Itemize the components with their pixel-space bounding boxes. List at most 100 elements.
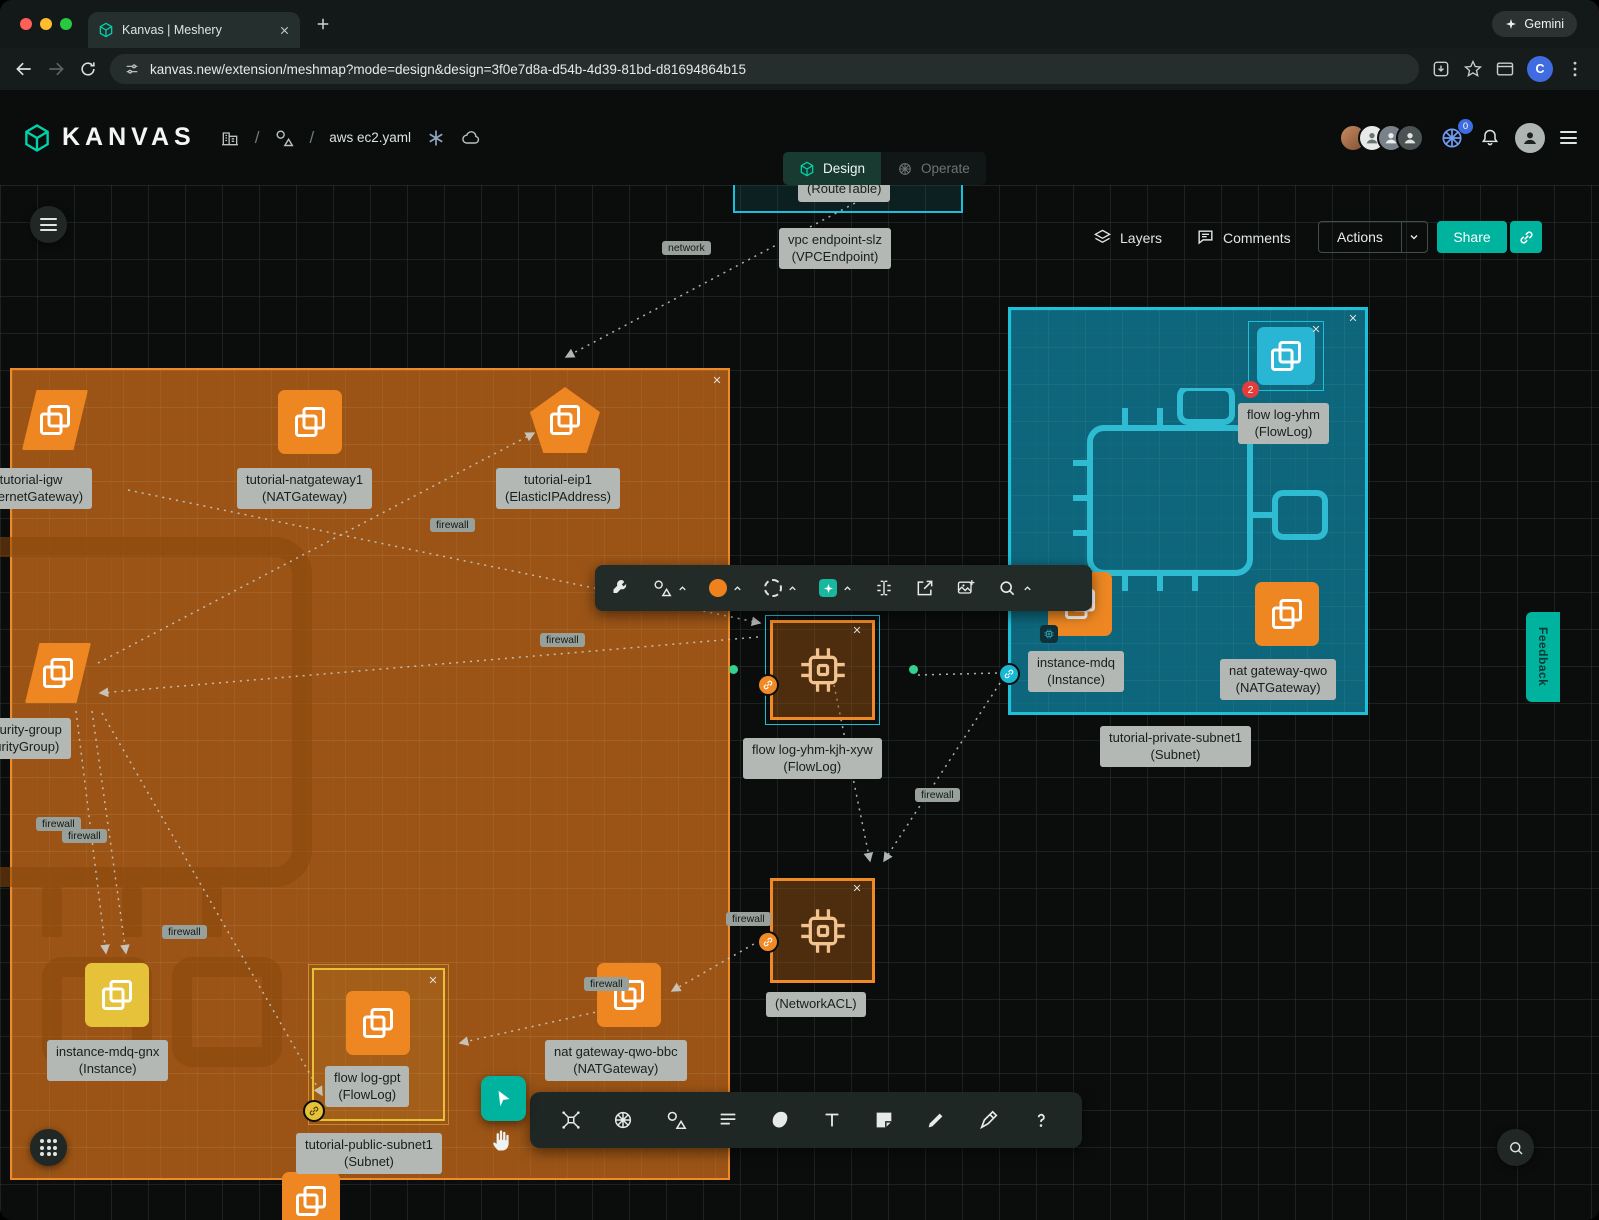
share-button[interactable]: Share — [1437, 221, 1507, 253]
node-label-vpc-endpoint[interactable]: vpc endpoint-slz(VPCEndpoint) — [779, 228, 891, 269]
node-label-security-group[interactable]: al-security-group(SecurityGroup) — [0, 718, 71, 759]
url-bar[interactable]: kanvas.new/extension/meshmap?mode=design… — [110, 54, 1419, 84]
node-label-flow-log-kjh[interactable]: flow log-yhm-kjh-xyw(FlowLog) — [743, 738, 882, 779]
node-icon-natgateway1[interactable] — [278, 390, 342, 454]
bookmark-star-icon[interactable] — [1463, 59, 1483, 79]
edge-label[interactable]: firewall — [162, 925, 207, 939]
edge-label[interactable]: firewall — [915, 788, 960, 802]
kanvas-logo[interactable]: KANVAS — [22, 123, 196, 153]
maximize-window-button[interactable] — [60, 18, 72, 30]
browser-menu-icon[interactable] — [1565, 59, 1585, 79]
chevron-down-icon[interactable] — [1401, 222, 1427, 252]
remove-node-icon[interactable] — [852, 883, 862, 893]
node-icon-natgateway-bbc[interactable] — [597, 963, 661, 1027]
designs-icon[interactable] — [274, 128, 294, 148]
remove-node-icon[interactable] — [1311, 324, 1321, 334]
note-tool[interactable] — [873, 1109, 895, 1131]
close-window-button[interactable] — [20, 18, 32, 30]
border-style-picker[interactable] — [764, 579, 798, 597]
browser-profile-avatar[interactable]: C — [1527, 56, 1553, 82]
configure-wrench-icon[interactable] — [611, 578, 631, 598]
design-canvas[interactable]: (RouteTable) — [0, 185, 1599, 1220]
node-icon-instance-gnx[interactable] — [85, 963, 149, 1027]
node-label-network-acl[interactable]: (NetworkACL) — [766, 992, 866, 1017]
pan-tool-button[interactable] — [489, 1126, 517, 1154]
site-settings-icon[interactable] — [124, 61, 140, 77]
edge-line[interactable] — [566, 203, 855, 357]
node-label-private-subnet[interactable]: tutorial-private-subnet1(Subnet) — [1100, 726, 1251, 767]
new-tab-button[interactable] — [314, 15, 332, 33]
node-label-instance-mdq[interactable]: instance-mdq(Instance) — [1028, 651, 1124, 692]
app-menu-icon[interactable] — [1560, 128, 1577, 148]
node-icon-flow-log-yhm[interactable] — [1257, 327, 1315, 385]
node-label-natgateway1[interactable]: tutorial-natgateway1(NATGateway) — [237, 468, 372, 509]
organization-icon[interactable] — [220, 128, 240, 148]
node-label-internet-gateway[interactable]: tutorial-igw(InternetGateway) — [0, 468, 92, 509]
node-icon-natgateway-qwo[interactable] — [1255, 582, 1319, 646]
user-avatar[interactable] — [1515, 123, 1545, 153]
edge-label[interactable]: firewall — [62, 829, 107, 843]
connection-handle[interactable] — [909, 665, 918, 674]
cloud-sync-icon[interactable] — [461, 128, 481, 148]
components-graph-tool[interactable] — [560, 1109, 582, 1131]
browser-tab[interactable]: Kanvas | Meshery — [88, 12, 300, 48]
tab-design[interactable]: Design — [783, 152, 881, 185]
node-label-instance-gnx[interactable]: instance-mdq-gnx(Instance) — [47, 1040, 168, 1081]
pen-tool[interactable] — [978, 1109, 1000, 1131]
kubernetes-tool[interactable] — [612, 1109, 634, 1131]
pencil-tool[interactable] — [925, 1109, 947, 1131]
select-tool-button[interactable] — [481, 1076, 526, 1121]
remove-container-icon[interactable] — [1348, 313, 1358, 323]
edge-line[interactable] — [884, 683, 1000, 861]
tab-close-icon[interactable] — [279, 25, 290, 36]
export-image-icon[interactable] — [956, 578, 976, 598]
inspect-lens-tool[interactable] — [997, 578, 1033, 598]
help-tool[interactable] — [1030, 1109, 1052, 1131]
zoom-search-button[interactable] — [1497, 1129, 1534, 1166]
freeform-blob-tool[interactable] — [769, 1109, 791, 1131]
node-label-natgateway-qwo[interactable]: nat gateway-qwo(NATGateway) — [1220, 659, 1336, 700]
back-icon[interactable] — [14, 59, 34, 79]
node-icon-clipped[interactable] — [282, 1172, 340, 1220]
minimize-window-button[interactable] — [40, 18, 52, 30]
connection-handle[interactable] — [729, 665, 738, 674]
align-lines-tool[interactable] — [717, 1109, 739, 1131]
layers-button[interactable]: Layers — [1093, 228, 1162, 247]
forward-icon[interactable] — [46, 59, 66, 79]
open-external-icon[interactable] — [915, 578, 935, 598]
node-label-route-table[interactable]: (RouteTable) — [798, 185, 890, 202]
actions-dropdown[interactable]: Actions — [1318, 221, 1428, 253]
comments-button[interactable]: Comments — [1196, 228, 1291, 247]
notification-count-badge[interactable]: 2 — [1242, 381, 1259, 398]
node-label-flow-log-gpt[interactable]: flow log-gpt(FlowLog) — [325, 1066, 409, 1107]
edge-label[interactable]: firewall — [540, 633, 585, 647]
remove-container-icon[interactable] — [712, 375, 722, 385]
node-label-flow-log-yhm[interactable]: flow log-yhm(FlowLog) — [1238, 403, 1329, 444]
node-icon-flow-log-gpt[interactable] — [346, 991, 410, 1055]
shapes-tool[interactable] — [665, 1109, 687, 1131]
notifications-bell-icon[interactable] — [1480, 128, 1500, 148]
remove-node-icon[interactable] — [428, 975, 438, 985]
text-tool[interactable] — [821, 1109, 843, 1131]
node-icon-network-acl[interactable] — [770, 878, 875, 983]
edge-label[interactable]: firewall — [430, 518, 475, 532]
node-label-elastic-ip[interactable]: tutorial-eip1(ElasticIPAddress) — [496, 468, 620, 509]
component-picker[interactable] — [819, 579, 853, 597]
node-icon-flow-log-kjh[interactable] — [770, 620, 875, 720]
gemini-badge[interactable]: Gemini — [1492, 11, 1577, 37]
node-label-natgateway-bbc[interactable]: nat gateway-qwo-bbc(NATGateway) — [545, 1040, 687, 1081]
edge-label[interactable]: firewall — [584, 977, 629, 991]
canvas-menu-button[interactable] — [30, 206, 67, 243]
feedback-tab[interactable]: Feedback — [1526, 612, 1560, 702]
link-handle-icon[interactable] — [303, 1100, 325, 1122]
link-handle-icon[interactable] — [757, 931, 779, 953]
extension-status[interactable]: 0 — [1439, 125, 1465, 151]
copy-link-button[interactable] — [1510, 221, 1542, 253]
tab-panel-icon[interactable] — [1495, 59, 1515, 79]
node-label-public-subnet[interactable]: tutorial-public-subnet1(Subnet) — [296, 1133, 442, 1174]
save-page-icon[interactable] — [1431, 59, 1451, 79]
edge-label[interactable]: firewall — [726, 912, 771, 926]
link-handle-icon[interactable] — [998, 663, 1020, 685]
kubernetes-icon[interactable] — [426, 128, 446, 148]
shape-picker[interactable] — [652, 578, 688, 598]
